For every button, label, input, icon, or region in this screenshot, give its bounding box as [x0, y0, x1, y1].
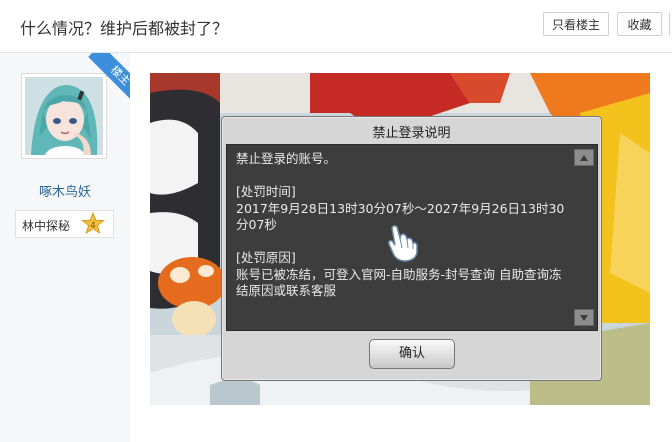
thread-title: 什么情况？维护后都被封了？ [20, 19, 229, 38]
ban-period-heading: [处罚时间] [236, 184, 296, 199]
scroll-up-arrow-icon[interactable] [574, 149, 594, 166]
confirm-button[interactable]: 确认 [369, 339, 455, 369]
poster-username[interactable]: 啄木鸟妖 [0, 181, 130, 200]
user-rank-badge[interactable]: 林中探秘 4 [15, 210, 114, 238]
favorite-button[interactable]: 收藏 [617, 12, 662, 36]
dialog-title: 禁止登录说明 [372, 126, 451, 141]
rank-title: 林中探秘 [22, 219, 71, 233]
poster-sidebar: 楼主 啄木鸟妖 林中探秘 4 [0, 53, 130, 442]
level-star-icon: 4 [81, 212, 105, 235]
scroll-down-arrow-icon[interactable] [574, 309, 594, 326]
level-number: 4 [90, 221, 96, 231]
ban-notice-line: 禁止登录的账号。 [236, 151, 337, 166]
author-only-button[interactable]: 只看楼主 [543, 12, 609, 36]
avatar[interactable] [21, 73, 107, 159]
anime-avatar-image [25, 77, 103, 155]
thread-header: 什么情况？维护后都被封了？ 只看楼主 收藏 [0, 0, 672, 53]
ban-reason-value: 账号已被冻结，可登入官网-自助服务-封号查询 自助查询冻结原因或联系客服 [236, 266, 562, 299]
next-button-edge[interactable] [669, 12, 670, 36]
hand-cursor-icon [388, 224, 418, 262]
